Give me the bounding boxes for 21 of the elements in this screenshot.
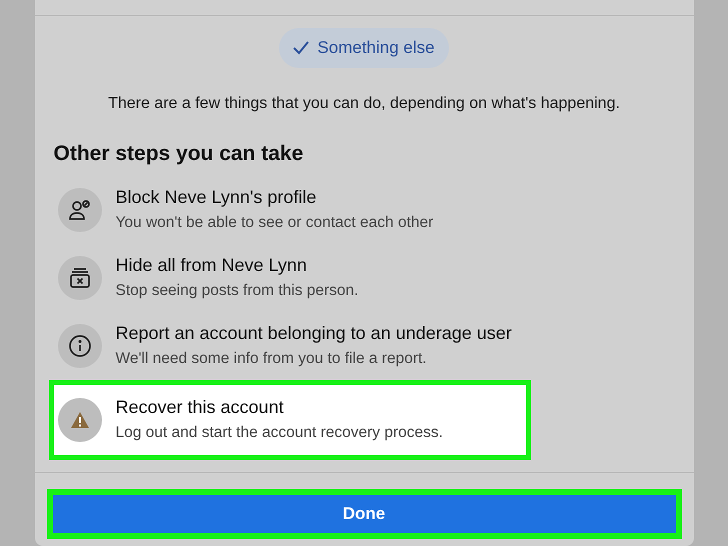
option-subtitle: Stop seeing posts from this person. — [116, 281, 358, 302]
option-chip[interactable]: Something else — [279, 28, 449, 68]
intro-text: There are a few things that you can do, depending on what's happening. — [107, 94, 621, 114]
section-title: Other steps you can take — [54, 141, 304, 167]
info-icon — [68, 334, 92, 358]
option-item[interactable]: Report an account belonging to an underage user We'll need some info from you to file a report. — [48, 312, 530, 380]
done-button[interactable]: Done — [46, 488, 682, 538]
option-item[interactable]: Block Neve Lynn's profile You won't be able to see or contact each other — [48, 176, 530, 244]
check-icon — [293, 41, 310, 55]
option-subtitle: Log out and start the account recovery process. — [116, 423, 443, 444]
option-subtitle: You won't be able to see or contact each other — [116, 213, 434, 234]
option-subtitle: We'll need some info from you to file a report. — [116, 349, 428, 370]
option-title: Hide all from Neve Lynn — [116, 254, 308, 278]
person-blocked-icon — [68, 198, 92, 222]
option-title: Block Neve Lynn's profile — [116, 186, 318, 210]
option-item[interactable]: Recover this account Log out and start the account recovery process. — [48, 380, 530, 460]
option-item[interactable]: Hide all from Neve Lynn Stop seeing posts from this person. — [48, 244, 530, 312]
stacked-box-x-icon — [68, 266, 92, 290]
option-title: Report an account belonging to an underage user — [116, 322, 512, 346]
option-title: Recover this account — [116, 396, 285, 420]
warning-icon — [70, 410, 90, 428]
